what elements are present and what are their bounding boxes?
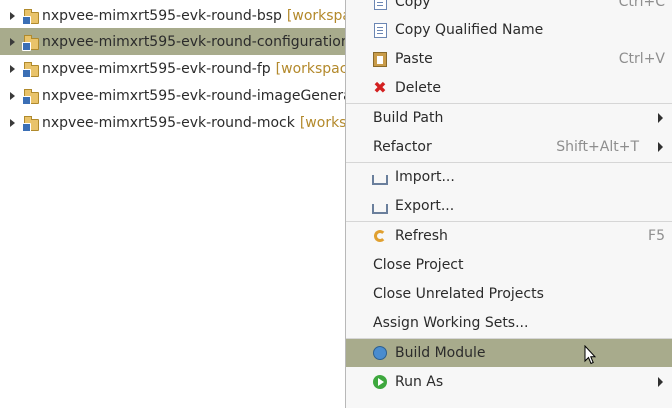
menu-item-delete[interactable]: ✖ Delete (346, 74, 672, 102)
submenu-arrow-icon (658, 377, 663, 387)
refresh-icon (372, 228, 388, 244)
shortcut-label: Ctrl+C (618, 0, 665, 10)
menu-item-copy-qualified-name[interactable]: Copy Qualified Name (346, 16, 672, 44)
project-name: nxpvee-mimxrt595-evk-round-fp (42, 60, 271, 77)
menu-item-label: Build Path (373, 110, 444, 126)
menu-item-export[interactable]: Export... (346, 192, 672, 220)
menu-item-label: Close Project (373, 257, 464, 273)
menu-item-label: Close Unrelated Projects (373, 286, 544, 302)
menu-item-import[interactable]: Import... (346, 163, 672, 191)
export-icon (372, 198, 388, 214)
expand-arrow-icon[interactable] (10, 11, 15, 20)
menu-item-label: Refresh (395, 228, 448, 244)
menu-item-label: Run As (395, 374, 444, 390)
mouse-cursor-icon (584, 345, 596, 365)
project-folder-icon (22, 115, 39, 132)
expand-arrow-icon[interactable] (10, 64, 15, 73)
menu-item-label: Paste (395, 51, 433, 67)
menu-item-label: Import... (395, 169, 455, 185)
menu-item-label: Build Module (395, 345, 486, 361)
run-as-icon (372, 374, 388, 390)
delete-icon: ✖ (373, 78, 387, 97)
build-module-icon (372, 345, 388, 361)
menu-item-label: Copy Qualified Name (395, 22, 544, 38)
project-folder-icon (22, 34, 39, 51)
project-name: nxpvee-mimxrt595-evk-round-configuration (42, 33, 350, 50)
shortcut-label: Ctrl+V (618, 51, 665, 67)
copy-qualified-name-icon (372, 22, 388, 38)
shortcut-label: Shift+Alt+T (556, 139, 639, 155)
project-folder-icon (22, 88, 39, 105)
menu-item-close-unrelated-projects[interactable]: Close Unrelated Projects (346, 280, 672, 308)
menu-item-refresh[interactable]: Refresh F5 (346, 222, 672, 250)
menu-item-run-as[interactable]: Run As (346, 368, 672, 396)
expand-arrow-icon[interactable] (10, 37, 15, 46)
import-icon (372, 169, 388, 185)
menu-item-label: Export... (395, 198, 455, 214)
context-menu: Copy Ctrl+C Copy Qualified Name Paste Ct… (345, 0, 672, 408)
submenu-arrow-icon (658, 113, 663, 123)
expand-arrow-icon[interactable] (10, 118, 15, 127)
project-folder-icon (22, 61, 39, 78)
submenu-arrow-icon (658, 142, 663, 152)
menu-item-label: Refactor (373, 139, 432, 155)
menu-item-paste[interactable]: Paste Ctrl+V (346, 45, 672, 73)
menu-item-label: Assign Working Sets... (373, 315, 529, 331)
menu-item-refactor[interactable]: Refactor Shift+Alt+T (346, 133, 672, 161)
menu-item-build-path[interactable]: Build Path (346, 104, 672, 132)
paste-icon (372, 51, 388, 67)
project-name: nxpvee-mimxrt595-evk-round-mock (42, 114, 295, 131)
shortcut-label: F5 (648, 228, 665, 244)
menu-item-assign-working-sets[interactable]: Assign Working Sets... (346, 309, 672, 337)
menu-item-label: Delete (395, 80, 441, 96)
menu-item-copy[interactable]: Copy Ctrl+C (346, 0, 672, 16)
project-name: nxpvee-mimxrt595-evk-round-imageGenerat (42, 87, 358, 104)
workspace-tag: [workspace (275, 60, 357, 77)
expand-arrow-icon[interactable] (10, 91, 15, 100)
menu-item-build-module[interactable]: Build Module (346, 339, 672, 367)
copy-icon (372, 0, 388, 10)
menu-item-label: Copy (395, 0, 431, 10)
project-folder-icon (22, 8, 39, 25)
menu-item-close-project[interactable]: Close Project (346, 251, 672, 279)
project-name: nxpvee-mimxrt595-evk-round-bsp (42, 7, 282, 24)
